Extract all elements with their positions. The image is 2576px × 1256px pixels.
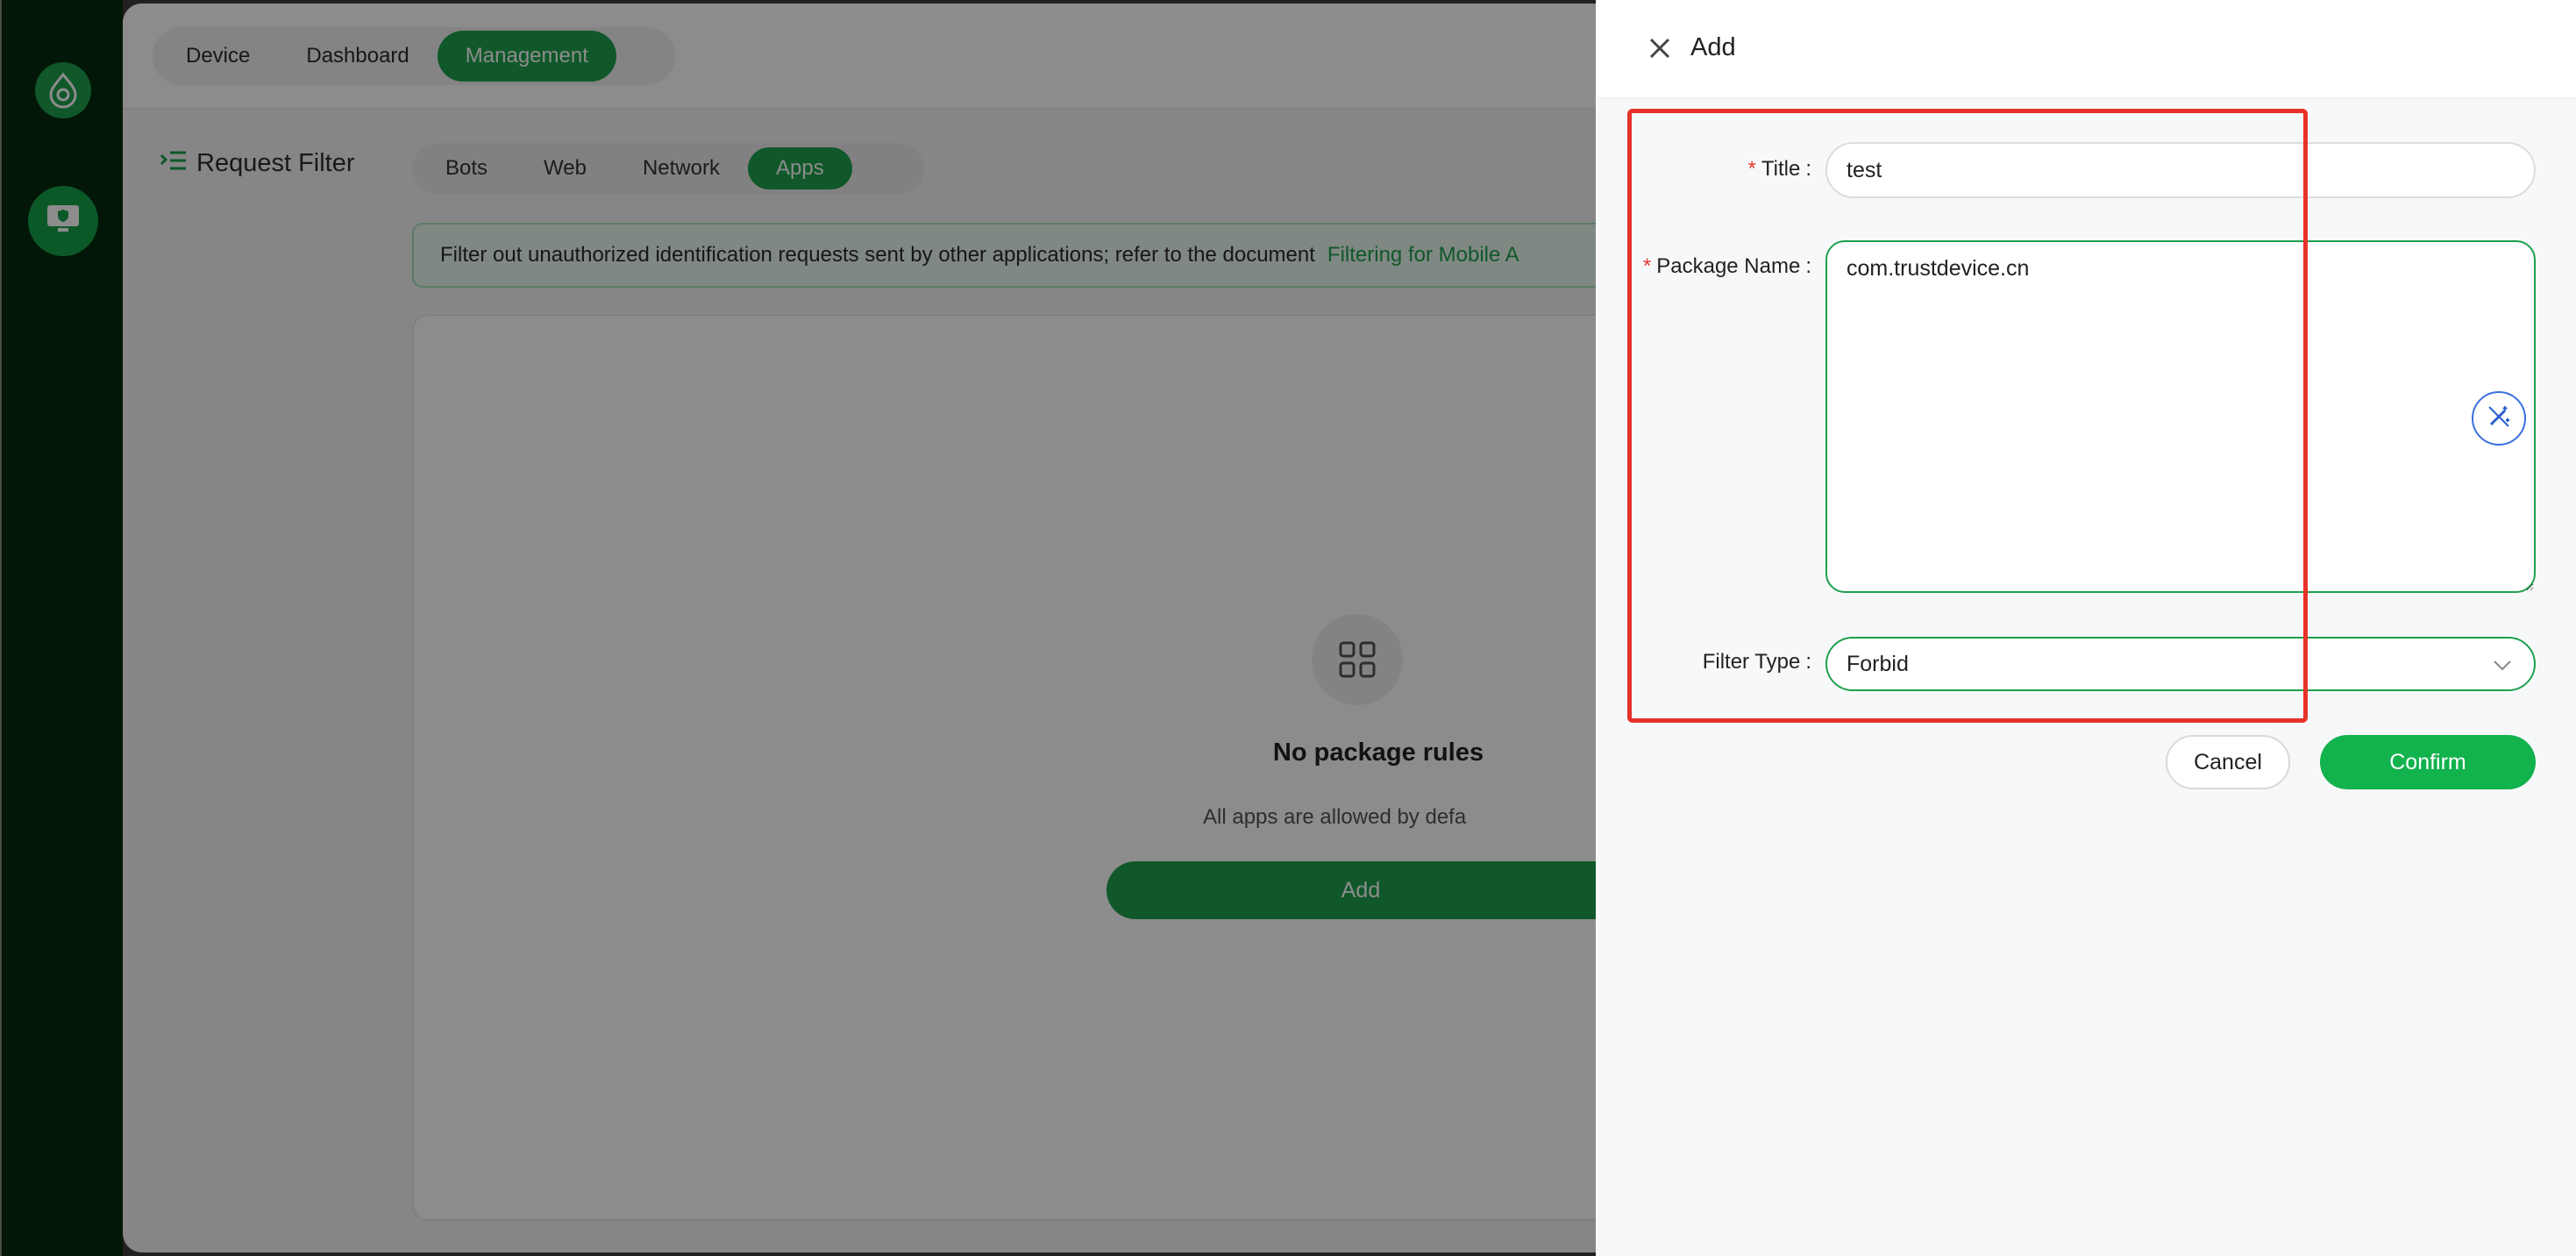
sub-tab-bots[interactable]: Bots bbox=[417, 147, 516, 189]
info-notice: Filter out unauthorized identification r… bbox=[412, 223, 1596, 288]
magic-wand-button[interactable] bbox=[2472, 391, 2526, 446]
tab-dashboard[interactable]: Dashboard bbox=[278, 31, 437, 82]
title-input[interactable] bbox=[1825, 142, 2536, 198]
package-name-label: * Package Name: bbox=[1642, 254, 1811, 278]
chevron-down-icon bbox=[2492, 654, 2513, 682]
filter-type-value: Forbid bbox=[1847, 651, 1909, 676]
empty-state-card bbox=[412, 314, 1596, 1221]
required-mark: * bbox=[1642, 254, 1652, 278]
tab-device[interactable]: Device bbox=[158, 31, 278, 82]
empty-state-title: No package rules bbox=[1272, 739, 1484, 767]
filter-type-select[interactable]: Forbid bbox=[1825, 637, 2536, 691]
notice-text: Filter out unauthorized identification r… bbox=[440, 243, 1315, 267]
title-label: * Title: bbox=[1747, 157, 1811, 181]
notice-doc-link[interactable]: Filtering for Mobile A bbox=[1327, 243, 1519, 268]
filter-type-label: Filter Type: bbox=[1702, 650, 1811, 674]
section-title-label: Request Filter bbox=[196, 149, 355, 177]
cancel-button[interactable]: Cancel bbox=[2166, 735, 2290, 789]
package-name-textarea[interactable]: com.trustdevice.cn bbox=[1825, 240, 2536, 593]
tab-management[interactable]: Management bbox=[437, 31, 616, 82]
drawer-title: Add bbox=[1690, 33, 1736, 61]
header-tabs: Device Dashboard Management bbox=[153, 27, 675, 85]
sub-tab-apps[interactable]: Apps bbox=[747, 147, 852, 189]
sidebar-item-device-monitor[interactable] bbox=[28, 186, 98, 256]
top-bar: Device Dashboard Management bbox=[123, 4, 1596, 109]
add-drawer: Add *Title: *Package Name: com.trustdevi… bbox=[1596, 0, 2576, 1256]
app-logo-icon[interactable] bbox=[35, 62, 91, 118]
required-mark: * bbox=[1747, 157, 1756, 181]
section-title: Request Filter bbox=[160, 149, 355, 178]
monitor-shield-icon bbox=[46, 203, 81, 239]
sub-tab-network[interactable]: Network bbox=[615, 147, 748, 189]
add-rule-button[interactable]: Add bbox=[1107, 861, 1633, 919]
sidebar-rail bbox=[0, 0, 123, 1256]
magic-wand-icon bbox=[2486, 403, 2512, 434]
drawer-header: Add bbox=[1596, 0, 2576, 98]
sub-tab-web[interactable]: Web bbox=[516, 147, 615, 189]
apps-grid-icon bbox=[1312, 614, 1403, 705]
filter-sub-tabs: Bots Web Network Apps bbox=[412, 143, 924, 194]
indent-menu-icon[interactable] bbox=[160, 149, 188, 178]
confirm-button[interactable]: Confirm bbox=[2320, 735, 2536, 789]
close-icon[interactable] bbox=[1647, 35, 1673, 61]
